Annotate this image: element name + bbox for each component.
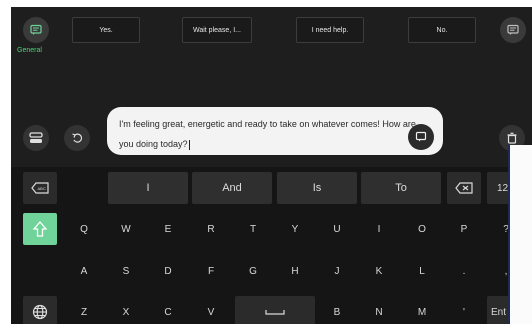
space-icon	[265, 310, 285, 315]
key-k[interactable]: K	[362, 255, 396, 287]
key-g[interactable]: G	[236, 255, 270, 287]
key-y[interactable]: Y	[278, 213, 312, 245]
undo-icon	[72, 133, 83, 143]
key-e[interactable]: E	[151, 213, 185, 245]
message-text-box[interactable]: I'm feeling great, energetic and ready t…	[107, 107, 443, 155]
key-w[interactable]: W	[109, 213, 143, 245]
key-z[interactable]: Z	[67, 296, 101, 324]
key-o[interactable]: O	[405, 213, 439, 245]
key-f[interactable]: F	[194, 255, 228, 287]
layers-icon	[29, 132, 43, 143]
key-l[interactable]: L	[405, 255, 439, 287]
key-j[interactable]: J	[320, 255, 354, 287]
keyboard-app: General Yes. Wait please, I... I need he…	[11, 7, 532, 324]
undo-button[interactable]	[64, 125, 90, 151]
menu-button[interactable]	[23, 125, 49, 151]
shift-arrow-icon	[33, 221, 47, 237]
prediction-4[interactable]: To	[361, 172, 441, 204]
abc-key-label: ABC	[38, 186, 46, 191]
space-key[interactable]	[235, 296, 315, 324]
prediction-2[interactable]: And	[192, 172, 272, 204]
key-period[interactable]: .	[447, 255, 481, 287]
category-button[interactable]	[23, 17, 49, 43]
key-c[interactable]: C	[151, 296, 185, 324]
side-panel	[508, 145, 532, 324]
key-a[interactable]: A	[67, 255, 101, 287]
keyboard-abc-icon: ABC	[31, 182, 49, 194]
category-label: General	[17, 47, 42, 54]
key-x[interactable]: X	[109, 296, 143, 324]
backspace-key[interactable]	[447, 172, 481, 204]
phrase-button-3[interactable]: I need help.	[296, 17, 364, 43]
chat-button[interactable]	[500, 17, 526, 43]
on-screen-keyboard: ABC I And Is To 12 Q W E R T Y U I O P ?…	[11, 167, 532, 324]
key-p[interactable]: P	[447, 213, 481, 245]
text-caret	[188, 139, 190, 150]
globe-icon	[32, 304, 48, 320]
key-m[interactable]: M	[405, 296, 439, 324]
speak-button[interactable]	[408, 124, 434, 150]
phrase-button-4[interactable]: No.	[408, 17, 476, 43]
quick-phrase-bar: General Yes. Wait please, I... I need he…	[11, 7, 532, 65]
prediction-3[interactable]: Is	[277, 172, 357, 204]
key-q[interactable]: Q	[67, 213, 101, 245]
phrase-button-1[interactable]: Yes.	[72, 17, 140, 43]
prediction-1[interactable]: I	[108, 172, 188, 204]
key-t[interactable]: T	[236, 213, 270, 245]
key-s[interactable]: S	[109, 255, 143, 287]
backspace-icon	[455, 182, 473, 194]
key-b[interactable]: B	[320, 296, 354, 324]
key-h[interactable]: H	[278, 255, 312, 287]
key-u[interactable]: U	[320, 213, 354, 245]
trash-icon	[507, 132, 517, 144]
key-d[interactable]: D	[151, 255, 185, 287]
language-key[interactable]	[23, 296, 57, 324]
key-r[interactable]: R	[194, 213, 228, 245]
shift-key[interactable]	[23, 213, 57, 245]
key-n[interactable]: N	[362, 296, 396, 324]
abc-key[interactable]: ABC	[23, 172, 57, 204]
phrase-button-2[interactable]: Wait please, I...	[182, 17, 252, 43]
message-text: I'm feeling great, energetic and ready t…	[119, 119, 416, 149]
chat-bubble-icon	[30, 24, 42, 35]
key-apostrophe[interactable]: '	[447, 296, 481, 324]
message-icon	[507, 24, 519, 35]
key-i[interactable]: I	[362, 213, 396, 245]
key-v[interactable]: V	[194, 296, 228, 324]
speech-icon	[415, 131, 427, 142]
